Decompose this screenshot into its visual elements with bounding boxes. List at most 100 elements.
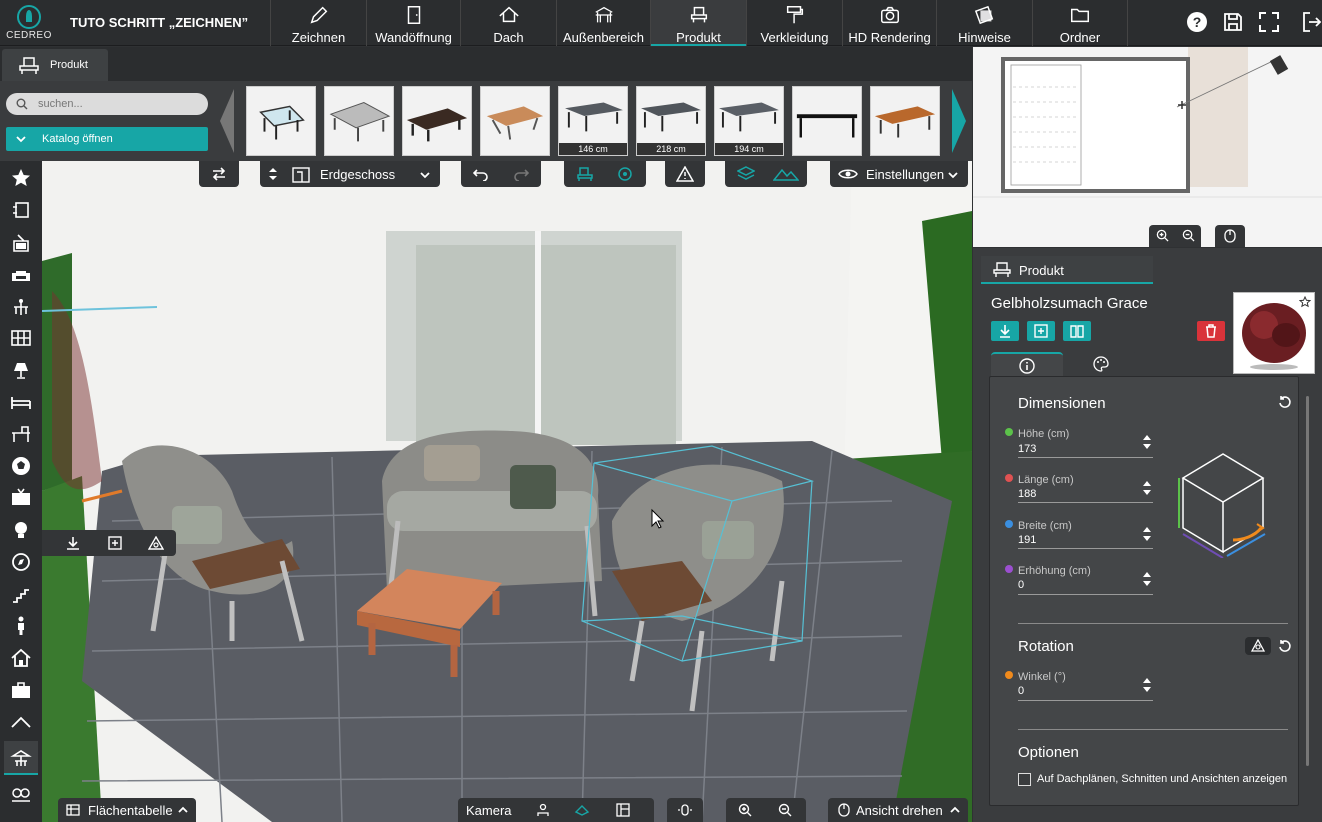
terrain-icon[interactable] xyxy=(773,166,799,182)
catalog-item[interactable] xyxy=(324,86,394,156)
kitchen-icon[interactable] xyxy=(10,327,32,349)
rotate-3d-button[interactable] xyxy=(1245,637,1271,655)
favorite-star-icon[interactable] xyxy=(1299,296,1311,308)
catalog-prev-button[interactable] xyxy=(218,85,236,157)
catalog-item[interactable] xyxy=(402,86,472,156)
rotate-view-button[interactable]: Ansicht drehen xyxy=(828,798,968,822)
star-icon[interactable] xyxy=(10,167,32,189)
tab-dach[interactable]: Dach xyxy=(460,0,556,46)
width-stepper-icon[interactable] xyxy=(1142,526,1152,542)
tab-verkleidung[interactable]: Verkleidung xyxy=(746,0,842,46)
roof-line-icon[interactable] xyxy=(10,711,32,733)
show-on-plans-checkbox[interactable] xyxy=(1018,773,1031,786)
orbit-camera-icon[interactable] xyxy=(574,803,590,817)
open-catalog-button[interactable]: Katalog öffnen xyxy=(6,127,208,151)
angle-stepper-icon[interactable] xyxy=(1142,677,1152,693)
download-button[interactable] xyxy=(991,321,1019,341)
catalog-item[interactable]: 218 cm xyxy=(636,86,706,156)
save-icon[interactable] xyxy=(1222,11,1244,33)
floorplan-minimap[interactable] xyxy=(973,47,1322,247)
3d-viewport[interactable]: Erdgeschoss Einstellungen Flächentabelle… xyxy=(42,161,972,822)
help-icon[interactable]: ? xyxy=(1186,11,1208,33)
terrain-button[interactable] xyxy=(665,161,705,187)
elevation-input[interactable]: 0 xyxy=(1018,579,1024,591)
catalog-item[interactable] xyxy=(246,86,316,156)
angle-input[interactable]: 0 xyxy=(1018,685,1024,697)
floorplan-camera-icon[interactable] xyxy=(616,803,630,817)
panel-scrollbar[interactable] xyxy=(1306,396,1309,766)
duplicate-button[interactable] xyxy=(1027,321,1055,341)
catalog-item[interactable] xyxy=(870,86,940,156)
swap-view-button[interactable] xyxy=(199,161,239,187)
paint-mode-icon[interactable] xyxy=(616,166,634,182)
rotate-icon[interactable] xyxy=(148,536,164,550)
area-table-button[interactable]: Flächentabelle xyxy=(58,798,196,822)
lamp-icon[interactable] xyxy=(10,359,32,381)
sofa-icon[interactable] xyxy=(10,263,32,285)
length-input[interactable]: 188 xyxy=(1018,488,1036,500)
sidebar-item-outdoor-active[interactable] xyxy=(4,741,38,775)
ball-icon[interactable] xyxy=(10,455,32,477)
tab-hd-rendering[interactable]: HD Rendering xyxy=(842,0,936,46)
catalog-next-button[interactable] xyxy=(950,85,968,157)
tab-aussenbereich[interactable]: Außenbereich xyxy=(556,0,650,46)
height-input[interactable]: 173 xyxy=(1018,443,1036,455)
zoom-in-icon[interactable] xyxy=(1156,229,1169,242)
reset-icon[interactable] xyxy=(1278,639,1292,653)
catalog-item[interactable] xyxy=(792,86,862,156)
layers-icon[interactable] xyxy=(737,166,755,182)
compass-icon[interactable] xyxy=(10,551,32,573)
tab-appearance[interactable] xyxy=(1065,352,1137,376)
person-icon[interactable] xyxy=(10,615,32,637)
toolbox-icon[interactable] xyxy=(10,679,32,701)
door-frame-icon[interactable] xyxy=(10,199,32,221)
zoom-in-icon[interactable] xyxy=(738,803,752,817)
length-stepper-icon[interactable] xyxy=(1142,480,1152,496)
tab-produkt-panel[interactable]: Produkt xyxy=(981,256,1153,284)
download-icon[interactable] xyxy=(66,536,80,550)
person-camera-icon[interactable] xyxy=(536,803,550,817)
redo-icon[interactable] xyxy=(513,167,529,181)
lightbulb-icon[interactable] xyxy=(10,519,32,541)
catalog-info-button[interactable] xyxy=(1063,321,1091,341)
tab-info[interactable] xyxy=(991,352,1063,376)
minimap-mouse-button[interactable] xyxy=(1215,225,1245,247)
mouse-mode-button[interactable] xyxy=(667,798,703,822)
width-input[interactable]: 191 xyxy=(1018,534,1036,546)
house-icon[interactable] xyxy=(10,647,32,669)
settings-dropdown[interactable]: Einstellungen xyxy=(830,161,968,187)
office-icon[interactable] xyxy=(10,423,32,445)
stairs-icon[interactable] xyxy=(10,583,32,605)
delete-button[interactable] xyxy=(1197,321,1225,341)
catalog-item[interactable]: 194 cm xyxy=(714,86,784,156)
height-stepper-icon[interactable] xyxy=(1142,434,1152,450)
tab-produkt[interactable]: Produkt xyxy=(650,0,746,46)
tab-zeichnen[interactable]: Zeichnen xyxy=(270,0,366,46)
bed-icon[interactable] xyxy=(10,391,32,413)
logout-icon[interactable] xyxy=(1300,11,1322,33)
subtab-produkt[interactable]: Produkt xyxy=(2,49,108,81)
elevation-underline xyxy=(1018,594,1153,595)
tv-icon[interactable] xyxy=(10,487,32,509)
tab-ordner[interactable]: Ordner xyxy=(1032,0,1128,46)
search-input[interactable]: suchen... xyxy=(6,93,208,115)
undo-icon[interactable] xyxy=(473,167,489,181)
elevation-stepper-icon[interactable] xyxy=(1142,571,1152,587)
catalog-item[interactable] xyxy=(480,86,550,156)
tab-wandoeffnung[interactable]: Wandöffnung xyxy=(366,0,460,46)
tab-hinweise[interactable]: Hinweise xyxy=(936,0,1032,46)
cedreo-logo[interactable]: CEDREO xyxy=(4,3,54,45)
duplicate-icon[interactable] xyxy=(108,536,122,550)
dining-set-icon[interactable] xyxy=(10,295,32,317)
options-title: Optionen xyxy=(1018,744,1079,761)
fullscreen-icon[interactable] xyxy=(1258,11,1280,33)
appliance-icon[interactable] xyxy=(10,231,32,253)
level-selector[interactable]: Erdgeschoss xyxy=(260,161,440,187)
reset-icon[interactable] xyxy=(1278,395,1292,409)
product-mode-icon[interactable] xyxy=(576,166,594,182)
plants-icon[interactable] xyxy=(10,783,32,805)
chevron-down-icon xyxy=(948,172,958,179)
catalog-item[interactable]: 146 cm xyxy=(558,86,628,156)
zoom-out-icon[interactable] xyxy=(778,803,792,817)
zoom-out-icon[interactable] xyxy=(1182,229,1195,242)
